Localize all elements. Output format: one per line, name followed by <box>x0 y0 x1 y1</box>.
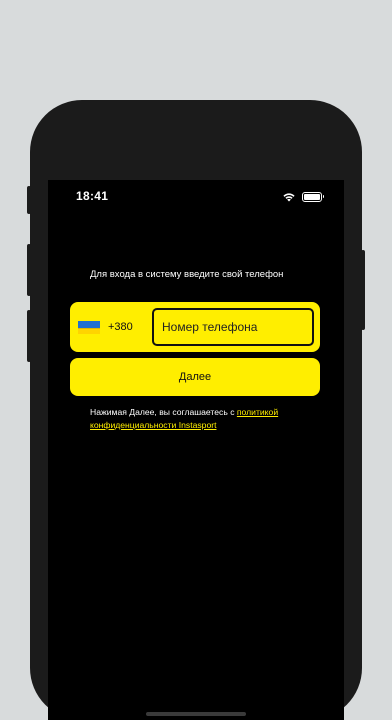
next-button[interactable]: Далее <box>70 358 320 396</box>
mute-switch <box>27 186 31 214</box>
status-bar: 18:41 <box>48 188 344 206</box>
volume-up-button <box>27 244 31 296</box>
phone-entry-panel: +380 <box>70 302 320 352</box>
status-icons <box>282 191 324 202</box>
app-screen: 18:41 Для входа в систему введите свой т… <box>48 180 344 720</box>
country-code[interactable]: +380 <box>108 321 133 333</box>
power-button <box>361 250 365 330</box>
volume-down-button <box>27 310 31 362</box>
ukraine-flag-icon[interactable] <box>78 321 100 334</box>
terms-notice: Нажимая Далее, вы соглашаетесь с политик… <box>90 406 310 432</box>
phone-number-input[interactable] <box>152 308 314 346</box>
wifi-icon <box>283 193 295 202</box>
phone-frame: 18:41 Для входа в систему введите свой т… <box>27 100 365 720</box>
login-prompt: Для входа в систему введите свой телефон <box>90 269 284 280</box>
status-time: 18:41 <box>76 189 109 203</box>
battery-icon <box>302 191 324 202</box>
home-indicator[interactable] <box>146 712 246 716</box>
terms-text: Нажимая Далее, вы соглашаетесь с <box>90 407 237 417</box>
